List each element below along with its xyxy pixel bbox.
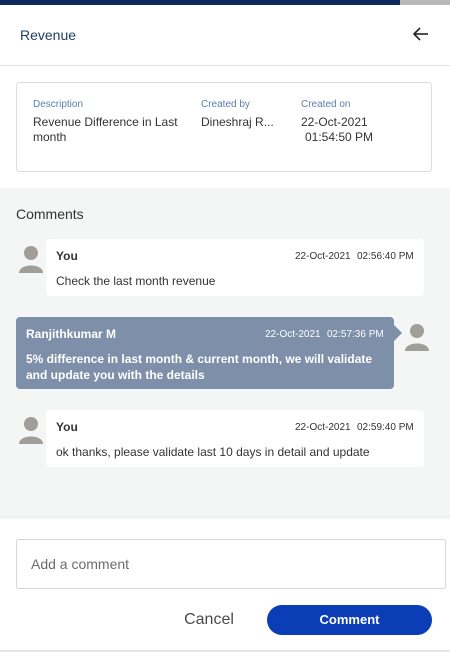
comment-time: 02:57:36 PM bbox=[327, 329, 384, 340]
created-by-value: Dineshraj R... bbox=[201, 115, 274, 129]
description-field: Description Revenue Difference in Last m… bbox=[33, 99, 193, 145]
panel-header: Revenue bbox=[0, 5, 450, 66]
comment-item: Ranjithkumar M 22-Oct-2021 02:57:36 PM 5… bbox=[16, 317, 402, 389]
comments-title: Comments bbox=[16, 206, 84, 222]
comment-text: 5% difference in last month & current mo… bbox=[26, 352, 373, 382]
comment-author: Ranjithkumar M bbox=[26, 327, 117, 341]
comment-date: 22-Oct-2021 bbox=[295, 251, 351, 262]
description-label: Description bbox=[33, 99, 84, 110]
cancel-button[interactable]: Cancel bbox=[176, 607, 242, 633]
comment-date: 22-Oct-2021 bbox=[265, 329, 321, 340]
arrow-left-icon[interactable] bbox=[412, 23, 430, 45]
panel-title: Revenue bbox=[20, 27, 77, 43]
user-avatar-icon bbox=[19, 417, 43, 444]
comment-time: 02:56:40 PM bbox=[357, 251, 414, 262]
created-on-date: 22-Oct-2021 bbox=[301, 115, 368, 129]
comment-text: Check the last month revenue bbox=[56, 274, 216, 288]
comment-date: 22-Oct-2021 bbox=[295, 422, 351, 433]
comment-time: 02:59:40 PM bbox=[357, 422, 414, 433]
comment-item: You 22-Oct-2021 02:56:40 PM Check the la… bbox=[46, 239, 424, 296]
created-by-field: Created by Dineshraj R... bbox=[201, 99, 291, 130]
created-on-field: Created on 22-Oct-2021 01:54:50 PM bbox=[301, 99, 411, 145]
created-on-label: Created on bbox=[301, 99, 351, 110]
add-comment-input[interactable] bbox=[16, 539, 446, 589]
bubble-tail bbox=[394, 325, 402, 341]
details-card: Description Revenue Difference in Last m… bbox=[16, 82, 432, 172]
user-avatar-icon bbox=[405, 324, 429, 351]
section-divider bbox=[0, 516, 450, 520]
created-on-time: 01:54:50 PM bbox=[305, 130, 374, 144]
comment-author: You bbox=[56, 249, 78, 263]
comment-author: You bbox=[56, 420, 78, 434]
user-avatar-icon bbox=[19, 246, 43, 273]
comment-text: ok thanks, please validate last 10 days … bbox=[56, 445, 370, 459]
comment-submit-button[interactable]: Comment bbox=[267, 605, 432, 635]
description-value: Revenue Difference in Last month bbox=[33, 115, 178, 144]
comment-item: You 22-Oct-2021 02:59:40 PM ok thanks, p… bbox=[46, 410, 424, 467]
created-by-label: Created by bbox=[201, 99, 250, 110]
